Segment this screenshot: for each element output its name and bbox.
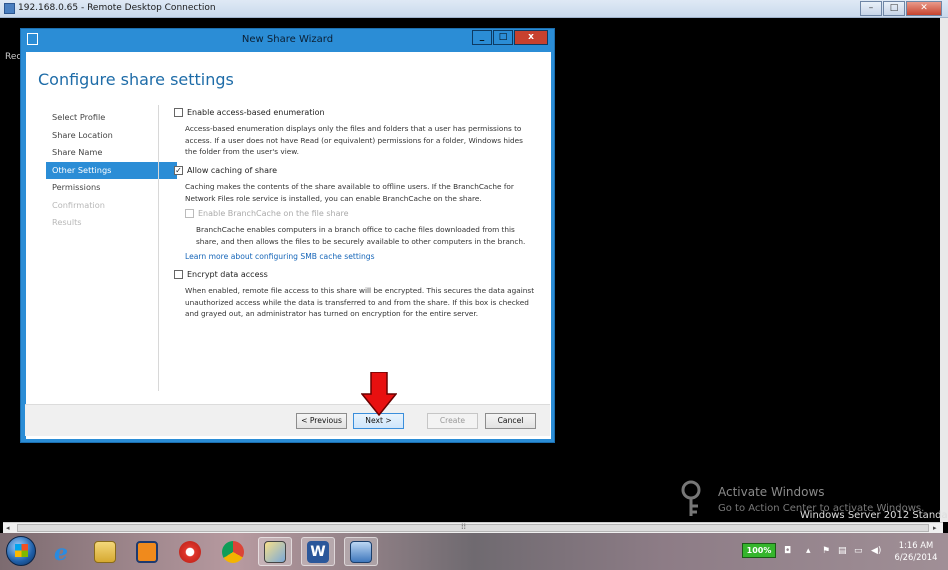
rdc-close-button[interactable]: ✕ bbox=[906, 1, 942, 16]
wizard-window-controls: _ □ x bbox=[471, 30, 548, 45]
encrypt-label[interactable]: Encrypt data access bbox=[187, 270, 268, 279]
show-hidden-icons-icon[interactable]: ▴ bbox=[806, 546, 811, 556]
taskbar-media[interactable] bbox=[130, 537, 164, 566]
start-button[interactable] bbox=[6, 536, 36, 566]
horizontal-scrollbar[interactable]: ◂ ⁞⁞ ▸ bbox=[3, 522, 943, 533]
windows-logo-icon bbox=[15, 544, 28, 557]
abe-option[interactable]: Enable access-based enumeration bbox=[174, 108, 325, 117]
taskbar-rdc[interactable] bbox=[344, 537, 378, 566]
volume-icon[interactable]: ◀) bbox=[871, 546, 881, 556]
display-icon[interactable]: ▭ bbox=[854, 546, 863, 556]
create-button: Create bbox=[427, 413, 478, 429]
cancel-button[interactable]: Cancel bbox=[485, 413, 536, 429]
wizard-maximize-button[interactable]: □ bbox=[493, 30, 513, 45]
word-icon: W bbox=[307, 540, 329, 563]
rdc-window-title: 192.168.0.65 - Remote Desktop Connection bbox=[18, 3, 216, 13]
ie-icon: e bbox=[54, 540, 68, 564]
taskbar-explorer[interactable] bbox=[88, 537, 122, 566]
system-tray: 100% ◘ ▴ ⚑ ▤ ▭ ◀) 1:16 AM 6/26/2014 bbox=[738, 537, 948, 566]
clock-time: 1:16 AM bbox=[898, 540, 934, 550]
photos-icon bbox=[264, 540, 286, 563]
caching-description: Caching makes the contents of the share … bbox=[185, 182, 514, 203]
encrypt-description: When enabled, remote file access to this… bbox=[185, 286, 535, 319]
rdc-minimize-button[interactable]: – bbox=[860, 1, 882, 16]
scroll-left-icon[interactable]: ◂ bbox=[6, 524, 10, 532]
rdc-restore-button[interactable]: □ bbox=[883, 1, 905, 16]
taskbar-word[interactable]: W bbox=[301, 537, 335, 566]
wizard-titlebar[interactable]: New Share Wizard _ □ x bbox=[21, 29, 554, 49]
media-player-icon bbox=[136, 540, 158, 563]
taskbar-ie[interactable]: e bbox=[46, 537, 80, 566]
clock-date: 6/26/2014 bbox=[894, 552, 938, 562]
caching-label[interactable]: Allow caching of share bbox=[187, 166, 277, 175]
windows-edition-label: Windows Server 2012 Standard bbox=[800, 510, 948, 521]
abe-checkbox[interactable] bbox=[174, 108, 183, 117]
rdc-window-controls: – □ ✕ bbox=[860, 1, 942, 16]
wizard-minimize-button[interactable]: _ bbox=[472, 30, 492, 45]
smb-cache-settings-link[interactable]: Learn more about configuring SMB cache s… bbox=[185, 252, 375, 261]
branchcache-label: Enable BranchCache on the file share bbox=[198, 209, 349, 218]
nav-divider bbox=[158, 105, 159, 391]
svg-text:e: e bbox=[54, 540, 68, 564]
battery-indicator[interactable]: 100% bbox=[742, 543, 776, 558]
desktop-icon-label[interactable]: Rec bbox=[5, 52, 21, 62]
taskbar-photos[interactable] bbox=[258, 537, 292, 566]
remote-desktop-icon bbox=[350, 540, 372, 563]
encrypt-checkbox[interactable] bbox=[174, 270, 183, 279]
rdc-titlebar: 192.168.0.65 - Remote Desktop Connection… bbox=[0, 0, 948, 18]
taskbar-chrome[interactable] bbox=[216, 537, 250, 566]
encrypt-option[interactable]: Encrypt data access bbox=[174, 270, 268, 279]
scroll-right-icon[interactable]: ▸ bbox=[933, 524, 937, 532]
caching-checkbox[interactable]: ✓ bbox=[174, 166, 183, 175]
chrome-like-icon bbox=[179, 540, 201, 563]
taskbar-clock[interactable]: 1:16 AM 6/26/2014 bbox=[888, 539, 944, 563]
red-down-arrow-icon bbox=[361, 372, 397, 416]
branchcache-description: BranchCache enables computers in a branc… bbox=[196, 225, 526, 246]
abe-label[interactable]: Enable access-based enumeration bbox=[187, 108, 325, 117]
page-title: Configure share settings bbox=[38, 70, 234, 89]
caching-option[interactable]: ✓ Allow caching of share bbox=[174, 166, 277, 175]
taskbar: e W 100% ◘ ▴ ⚑ ▤ ▭ ◀) 1:16 AM 6/26/2014 bbox=[0, 533, 948, 570]
taskbar-app-red[interactable] bbox=[173, 537, 207, 566]
scroll-grip-icon: ⁞⁞ bbox=[461, 522, 467, 531]
previous-button[interactable]: < Previous bbox=[296, 413, 347, 429]
key-icon bbox=[681, 480, 701, 516]
power-plug-icon[interactable]: ◘ bbox=[784, 546, 791, 556]
action-center-flag-icon[interactable]: ⚑ bbox=[822, 546, 830, 556]
wizard-close-button[interactable]: x bbox=[514, 30, 548, 45]
horizontal-scroll-thumb[interactable] bbox=[17, 524, 929, 532]
file-explorer-icon bbox=[94, 540, 116, 563]
vertical-scrollbar[interactable] bbox=[940, 18, 948, 522]
chrome-icon bbox=[222, 540, 244, 563]
remote-desktop-icon bbox=[4, 3, 15, 14]
network-icon[interactable]: ▤ bbox=[838, 546, 847, 556]
activate-windows-title: Activate Windows bbox=[718, 485, 825, 499]
branchcache-checkbox bbox=[185, 209, 194, 218]
abe-description: Access-based enumeration displays only t… bbox=[185, 124, 523, 157]
branchcache-option: Enable BranchCache on the file share bbox=[185, 209, 349, 218]
